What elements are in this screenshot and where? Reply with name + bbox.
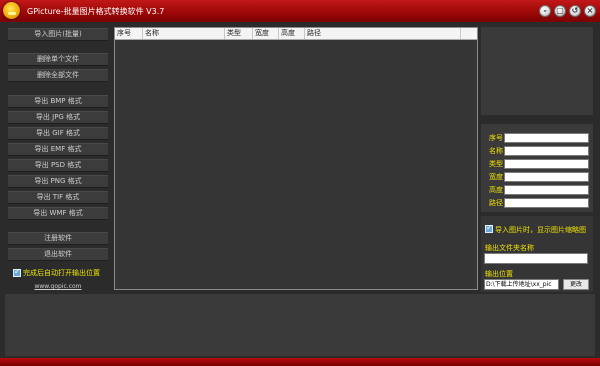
title-bar: GPicture-批量图片格式转换软件 V3.7 - ▢ ↺ × [0,0,600,22]
output-folder-name-input[interactable] [484,253,588,264]
export-psd-button[interactable]: 导出 PSD 格式 [8,159,108,172]
column-name[interactable]: 名称 [143,28,225,39]
register-button[interactable]: 注册软件 [8,232,108,245]
export-bmp-button[interactable]: 导出 BMP 格式 [8,95,108,108]
output-location-label: 输出位置 [485,270,513,278]
app-logo-icon [3,2,20,19]
prop-height-field [504,185,589,195]
export-gif-button[interactable]: 导出 GIF 格式 [8,127,108,140]
column-index[interactable]: 序号 [115,28,143,39]
export-png-button[interactable]: 导出 PNG 格式 [8,175,108,188]
file-list[interactable]: 序号 名称 类型 宽度 高度 路径 [114,27,478,290]
output-location-input[interactable]: D:\下载上传地址\xx_pic [484,279,559,290]
window-title: GPicture-批量图片格式转换软件 V3.7 [27,7,165,16]
image-preview [481,27,593,115]
restore-button[interactable]: ↺ [569,5,581,17]
prop-height-label: 高度 [489,186,503,194]
exit-button[interactable]: 退出软件 [8,248,108,261]
export-jpg-button[interactable]: 导出 JPG 格式 [8,111,108,124]
properties-panel: 序号 名称 类型 宽度 高度 路径 [481,124,593,212]
prop-path-label: 路径 [489,199,503,207]
delete-single-button[interactable]: 删除单个文件 [8,53,108,66]
prop-name-field [504,146,589,156]
website-link[interactable]: www.gopic.com [8,283,108,290]
change-location-button[interactable]: 更改 [563,279,589,290]
footer-bar [0,358,600,366]
prop-type-label: 类型 [489,160,503,168]
auto-open-label: 完成后自动打开输出位置 [23,269,100,277]
export-tif-button[interactable]: 导出 TIF 格式 [8,191,108,204]
file-list-header: 序号 名称 类型 宽度 高度 路径 [115,28,477,40]
prop-index-label: 序号 [489,134,503,142]
log-panel [5,294,595,356]
column-type[interactable]: 类型 [225,28,253,39]
auto-open-checkbox[interactable] [13,267,21,277]
output-folder-name-label: 输出文件夹名称 [485,244,534,252]
column-height[interactable]: 高度 [279,28,305,39]
show-thumbnail-checkbox[interactable] [485,223,493,233]
delete-all-button[interactable]: 删除全部文件 [8,69,108,82]
prop-index-field [504,133,589,143]
maximize-button[interactable]: ▢ [554,5,566,17]
import-images-button[interactable]: 导入图片(批量) [8,28,108,41]
export-emf-button[interactable]: 导出 EMF 格式 [8,143,108,156]
prop-type-field [504,159,589,169]
column-width[interactable]: 宽度 [253,28,279,39]
prop-name-label: 名称 [489,147,503,155]
export-wmf-button[interactable]: 导出 WMF 格式 [8,207,108,220]
column-path[interactable]: 路径 [305,28,461,39]
close-button[interactable]: × [584,5,596,17]
minimize-button[interactable]: - [539,5,551,17]
prop-path-field [504,198,589,208]
prop-width-label: 宽度 [489,173,503,181]
prop-width-field [504,172,589,182]
show-thumbnail-label: 导入图片时，显示图片缩略图 [495,226,586,234]
